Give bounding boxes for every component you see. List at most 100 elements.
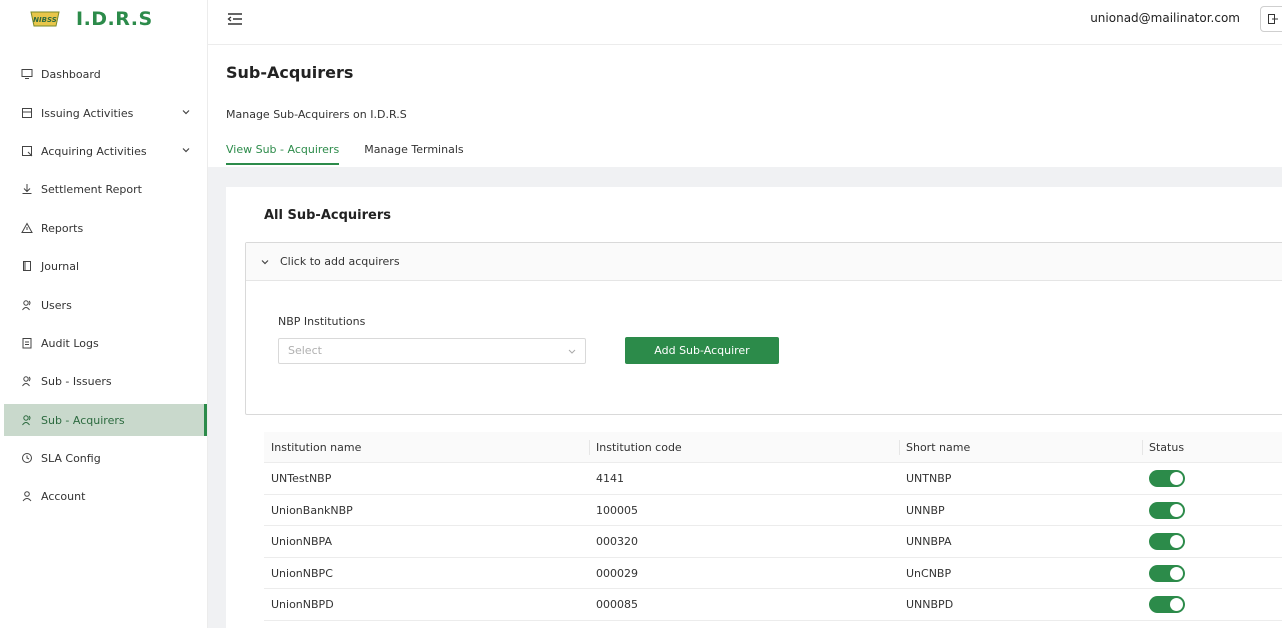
status-toggle[interactable] xyxy=(1149,533,1185,551)
page-subtitle: Manage Sub-Acquirers on I.D.R.S xyxy=(226,108,407,121)
table-row: UnionNBPA 000320 UNNBPA xyxy=(264,526,1282,558)
institution-code-cell: 000029 xyxy=(596,566,638,580)
user-email: unionad@mailinator.com xyxy=(1090,11,1240,25)
sidebar-item-label: Dashboard xyxy=(41,67,101,81)
toggle-knob xyxy=(1170,535,1183,549)
sidebar-item-journal[interactable]: Journal xyxy=(0,250,207,282)
status-cell xyxy=(1142,526,1282,557)
sidebar-item-sub-issuers[interactable]: Sub - Issuers xyxy=(0,365,207,397)
clipboard-icon xyxy=(20,336,34,350)
sidebar-item-label: Issuing Activities xyxy=(41,106,134,120)
institution-name-cell: UnionNBPD xyxy=(271,598,334,612)
page-tabs: View Sub - Acquirers Manage Terminals xyxy=(226,143,489,165)
sidebar-item-label: Sub - Issuers xyxy=(41,374,112,388)
short-name-cell: UNTNBP xyxy=(906,472,952,485)
column-header-institution-code[interactable]: Institution code xyxy=(589,432,899,462)
sidebar-item-reports[interactable]: Reports xyxy=(0,212,207,244)
nbp-institutions-select[interactable]: Select xyxy=(278,338,586,364)
sidebar-item-dashboard[interactable]: Dashboard xyxy=(0,58,207,90)
sidebar-item-label: Reports xyxy=(41,221,84,235)
short-name-cell: UnCNBP xyxy=(906,566,952,580)
sidebar-item-label: Journal xyxy=(41,259,80,273)
chevron-down-icon xyxy=(568,349,576,354)
clock-icon xyxy=(20,451,34,465)
institution-code-cell: 4141 xyxy=(596,472,624,485)
page-title: Sub-Acquirers xyxy=(226,63,354,82)
logout-icon xyxy=(1268,14,1278,24)
table-row: UnionNBPD 000085 UNNBPD xyxy=(264,589,1282,621)
app-logo[interactable]: NIBSS I.D.R.S xyxy=(28,8,153,30)
status-cell xyxy=(1142,495,1282,526)
app-name: I.D.R.S xyxy=(76,8,153,30)
institution-name-cell: UnionNBPC xyxy=(271,566,333,580)
table-row: UnionNBPC 000029 UnCNBP xyxy=(264,558,1282,590)
short-name-cell: UNNBPD xyxy=(906,598,954,612)
sub-acquirers-table: Institution name Institution code Short … xyxy=(264,432,1282,621)
status-toggle[interactable] xyxy=(1149,596,1185,614)
sidebar-item-label: Acquiring Activities xyxy=(41,144,147,158)
table-row: UNTestNBP 4141 UNTNBP xyxy=(264,463,1282,495)
sidebar-item-label: Users xyxy=(41,298,72,312)
toggle-knob xyxy=(1170,598,1183,612)
short-name-cell: UNNBPA xyxy=(906,535,952,549)
status-cell xyxy=(1142,589,1282,620)
tab-view-sub-acquirers[interactable]: View Sub - Acquirers xyxy=(226,143,340,165)
institution-name-cell: UNTestNBP xyxy=(271,472,332,485)
nibss-logo-icon: NIBSS xyxy=(30,11,60,27)
users-icon xyxy=(20,374,34,388)
sidebar-item-label: Account xyxy=(41,489,86,503)
sidebar-item-settlement-report[interactable]: Settlement Report xyxy=(0,173,207,205)
sidebar-item-label: Audit Logs xyxy=(41,336,99,350)
toggle-knob xyxy=(1170,503,1183,517)
toggle-knob xyxy=(1170,472,1183,485)
card-icon xyxy=(20,106,34,120)
table-row: UnionBankNBP 100005 UNNBP xyxy=(264,495,1282,527)
status-cell xyxy=(1142,558,1282,589)
sub-acquirers-card: All Sub-Acquirers Click to add acquirers… xyxy=(226,187,1282,628)
status-toggle[interactable] xyxy=(1149,501,1185,519)
status-toggle[interactable] xyxy=(1149,564,1185,582)
status-toggle[interactable] xyxy=(1149,470,1185,487)
toggle-knob xyxy=(1170,566,1183,580)
chevron-down-icon xyxy=(182,148,190,153)
short-name-cell: UNNBP xyxy=(906,503,945,517)
sidebar-item-sla-config[interactable]: SLA Config xyxy=(0,442,207,474)
user-icon xyxy=(20,489,34,503)
monitor-icon xyxy=(20,67,34,81)
users-icon xyxy=(20,413,34,427)
institution-name-cell: UnionNBPA xyxy=(271,535,333,549)
status-cell xyxy=(1142,463,1282,494)
nbp-institutions-label: NBP Institutions xyxy=(278,315,366,328)
sidebar-item-account[interactable]: Account xyxy=(0,480,207,512)
tab-manage-terminals[interactable]: Manage Terminals xyxy=(364,143,463,165)
add-sub-acquirer-button[interactable]: Add Sub-Acquirer xyxy=(625,337,779,364)
card-title: All Sub-Acquirers xyxy=(264,208,391,223)
add-acquirer-panel: Click to add acquirers NBP Institutions … xyxy=(245,242,1282,415)
logout-button[interactable] xyxy=(1260,6,1282,32)
institution-name-cell: UnionBankNBP xyxy=(271,503,353,517)
menu-collapse-icon[interactable] xyxy=(226,11,244,27)
sidebar-item-audit-logs[interactable]: Audit Logs xyxy=(0,327,207,359)
institution-code-cell: 100005 xyxy=(596,503,638,517)
book-icon xyxy=(20,259,34,273)
institution-code-cell: 000085 xyxy=(596,598,638,612)
top-bar: unionad@mailinator.com xyxy=(208,0,1282,45)
add-acquirer-panel-header[interactable]: Click to add acquirers xyxy=(246,243,1282,281)
sidebar-nav: Dashboard Issuing Activities Acquiring A… xyxy=(0,58,207,512)
sidebar-item-issuing-activities[interactable]: Issuing Activities xyxy=(0,97,207,129)
sidebar-item-label: SLA Config xyxy=(41,451,101,465)
column-header-short-name[interactable]: Short name xyxy=(899,432,1142,462)
logo-mark-text: NIBSS xyxy=(33,16,57,24)
sidebar-item-acquiring-activities[interactable]: Acquiring Activities xyxy=(0,135,207,167)
sidebar-item-label: Sub - Acquirers xyxy=(41,413,125,427)
column-header-status[interactable]: Status xyxy=(1142,432,1282,462)
sidebar: NIBSS I.D.R.S Dashboard Issuing Activiti… xyxy=(0,0,208,628)
select-placeholder: Select xyxy=(288,344,322,357)
panel-header-label: Click to add acquirers xyxy=(280,255,400,268)
column-header-institution-name[interactable]: Institution name xyxy=(264,432,589,462)
sidebar-item-sub-acquirers[interactable]: Sub - Acquirers xyxy=(4,404,207,436)
table-header: Institution name Institution code Short … xyxy=(264,432,1282,463)
chevron-down-icon xyxy=(182,110,190,115)
sidebar-item-users[interactable]: Users xyxy=(0,289,207,321)
users-icon xyxy=(20,298,34,312)
